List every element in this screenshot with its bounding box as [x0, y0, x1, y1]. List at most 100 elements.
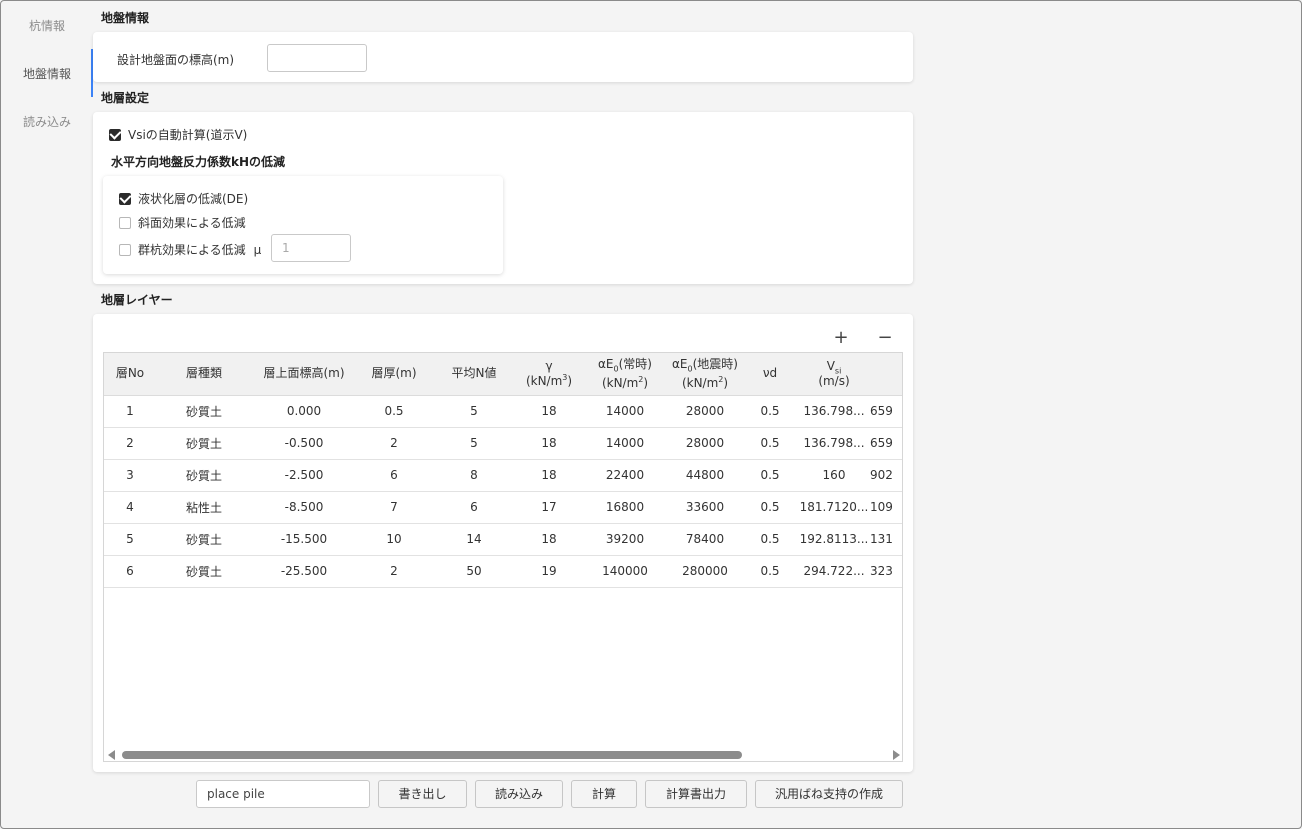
cell-next[interactable]: 323	[870, 555, 902, 588]
cell-ae0-normal[interactable]: 14000	[582, 427, 668, 460]
cell-layer-type[interactable]: 砂質土	[156, 459, 252, 492]
table-row[interactable]: 3 砂質土 -2.500 6 8 18 22400 44800 0.5 160 902	[104, 459, 902, 492]
report-output-button[interactable]: 計算書出力	[645, 780, 747, 808]
project-name-input[interactable]: place pile	[196, 780, 370, 808]
col-header-thickness[interactable]: 層厚(m)	[356, 353, 432, 396]
cell-ae0-normal[interactable]: 14000	[582, 395, 668, 428]
cell-layer-no[interactable]: 6	[104, 555, 156, 588]
sidebar-item-ground-info[interactable]: 地盤情報	[1, 66, 93, 82]
cell-ae0-seismic[interactable]: 280000	[668, 555, 742, 588]
cell-gamma[interactable]: 18	[516, 523, 582, 556]
cell-ae0-seismic[interactable]: 33600	[668, 491, 742, 524]
cell-thickness[interactable]: 0.5	[356, 395, 432, 428]
cell-layer-no[interactable]: 4	[104, 491, 156, 524]
cell-thickness[interactable]: 2	[356, 427, 432, 460]
scroll-thumb[interactable]	[122, 751, 742, 759]
cell-vsi[interactable]: 136.798...	[798, 427, 870, 460]
cell-vsi[interactable]: 136.798...	[798, 395, 870, 428]
cell-top-elevation[interactable]: 0.000	[252, 395, 356, 428]
cell-nu-d[interactable]: 0.5	[742, 427, 798, 460]
col-header-layer-no[interactable]: 層No	[104, 353, 156, 396]
cell-top-elevation[interactable]: -0.500	[252, 427, 356, 460]
cell-vsi[interactable]: 192.8113...	[798, 523, 870, 556]
cell-gamma[interactable]: 18	[516, 395, 582, 428]
liquefaction-checkbox-row[interactable]: 液状化層の低減(DE)	[119, 190, 248, 207]
cell-avg-n[interactable]: 6	[432, 491, 516, 524]
cell-nu-d[interactable]: 0.5	[742, 459, 798, 492]
sidebar-item-pile-info[interactable]: 杭情報	[1, 18, 93, 34]
cell-next[interactable]: 902	[870, 459, 902, 492]
col-header-next[interactable]: (k	[870, 353, 902, 396]
cell-gamma[interactable]: 18	[516, 427, 582, 460]
liquefaction-checkbox[interactable]	[119, 192, 131, 205]
table-row[interactable]: 6 砂質土 -25.500 2 50 19 140000 280000 0.5 294.722..…	[104, 555, 902, 588]
cell-avg-n[interactable]: 5	[432, 395, 516, 428]
cell-layer-no[interactable]: 5	[104, 523, 156, 556]
col-header-nu-d[interactable]: νd	[742, 353, 798, 396]
cell-top-elevation[interactable]: -15.500	[252, 523, 356, 556]
cell-ae0-seismic[interactable]: 28000	[668, 427, 742, 460]
cell-ae0-normal[interactable]: 140000	[582, 555, 668, 588]
cell-layer-type[interactable]: 砂質土	[156, 395, 252, 428]
cell-layer-type[interactable]: 砂質土	[156, 523, 252, 556]
cell-ae0-seismic[interactable]: 44800	[668, 459, 742, 492]
cell-avg-n[interactable]: 5	[432, 427, 516, 460]
cell-layer-type[interactable]: 砂質土	[156, 555, 252, 588]
cell-nu-d[interactable]: 0.5	[742, 491, 798, 524]
cell-thickness[interactable]: 10	[356, 523, 432, 556]
cell-vsi[interactable]: 181.7120...	[798, 491, 870, 524]
col-header-gamma[interactable]: γ (kN/m3)	[516, 353, 582, 396]
cell-next[interactable]: 109	[870, 491, 902, 524]
cell-nu-d[interactable]: 0.5	[742, 523, 798, 556]
calculate-button[interactable]: 計算	[571, 780, 637, 808]
cell-ae0-seismic[interactable]: 28000	[668, 395, 742, 428]
design-elevation-input[interactable]	[267, 44, 367, 72]
table-row[interactable]: 1 砂質土 0.000 0.5 5 18 14000 28000 0.5 136.798... 65…	[104, 395, 902, 428]
cell-top-elevation[interactable]: -25.500	[252, 555, 356, 588]
col-header-ae0-normal[interactable]: αE0(常時) (kN/m2)	[582, 353, 668, 396]
cell-next[interactable]: 131	[870, 523, 902, 556]
cell-top-elevation[interactable]: -2.500	[252, 459, 356, 492]
vsi-auto-checkbox[interactable]	[109, 128, 121, 141]
cell-thickness[interactable]: 2	[356, 555, 432, 588]
cell-ae0-normal[interactable]: 22400	[582, 459, 668, 492]
cell-gamma[interactable]: 19	[516, 555, 582, 588]
remove-layer-icon[interactable]: −	[875, 329, 895, 347]
cell-layer-type[interactable]: 粘性土	[156, 491, 252, 524]
col-header-vsi[interactable]: Vsi (m/s)	[798, 353, 870, 396]
cell-avg-n[interactable]: 14	[432, 523, 516, 556]
group-checkbox[interactable]	[119, 243, 131, 256]
table-row[interactable]: 5 砂質土 -15.500 10 14 18 39200 78400 0.5 192.8113..…	[104, 523, 902, 556]
slope-checkbox[interactable]	[119, 216, 131, 229]
cell-nu-d[interactable]: 0.5	[742, 555, 798, 588]
col-header-top-elevation[interactable]: 層上面標高(m)	[252, 353, 356, 396]
col-header-ae0-seismic[interactable]: αE0(地震時) (kN/m2)	[668, 353, 742, 396]
cell-nu-d[interactable]: 0.5	[742, 395, 798, 428]
mu-input[interactable]: 1	[271, 234, 351, 262]
cell-ae0-seismic[interactable]: 78400	[668, 523, 742, 556]
scroll-right-icon[interactable]	[893, 750, 900, 760]
col-header-layer-type[interactable]: 層種類	[156, 353, 252, 396]
cell-layer-no[interactable]: 3	[104, 459, 156, 492]
cell-avg-n[interactable]: 50	[432, 555, 516, 588]
export-button[interactable]: 書き出し	[378, 780, 467, 808]
cell-gamma[interactable]: 18	[516, 459, 582, 492]
cell-gamma[interactable]: 17	[516, 491, 582, 524]
scroll-left-icon[interactable]	[108, 750, 115, 760]
group-checkbox-row[interactable]: 群杭効果による低減 μ	[119, 241, 261, 258]
vsi-auto-checkbox-row[interactable]: Vsiの自動計算(道示V)	[109, 126, 247, 143]
table-row[interactable]: 2 砂質土 -0.500 2 5 18 14000 28000 0.5 136.798... 659	[104, 427, 902, 460]
cell-next[interactable]: 659	[870, 427, 902, 460]
cell-ae0-normal[interactable]: 16800	[582, 491, 668, 524]
create-spring-support-button[interactable]: 汎用ばね支持の作成	[755, 780, 903, 808]
cell-ae0-normal[interactable]: 39200	[582, 523, 668, 556]
cell-vsi[interactable]: 160	[798, 459, 870, 492]
cell-layer-no[interactable]: 1	[104, 395, 156, 428]
cell-layer-type[interactable]: 砂質土	[156, 427, 252, 460]
col-header-avg-n[interactable]: 平均N値	[432, 353, 516, 396]
cell-layer-no[interactable]: 2	[104, 427, 156, 460]
cell-top-elevation[interactable]: -8.500	[252, 491, 356, 524]
import-button[interactable]: 読み込み	[475, 780, 563, 808]
cell-next[interactable]: 659	[870, 395, 902, 428]
cell-vsi[interactable]: 294.722...	[798, 555, 870, 588]
